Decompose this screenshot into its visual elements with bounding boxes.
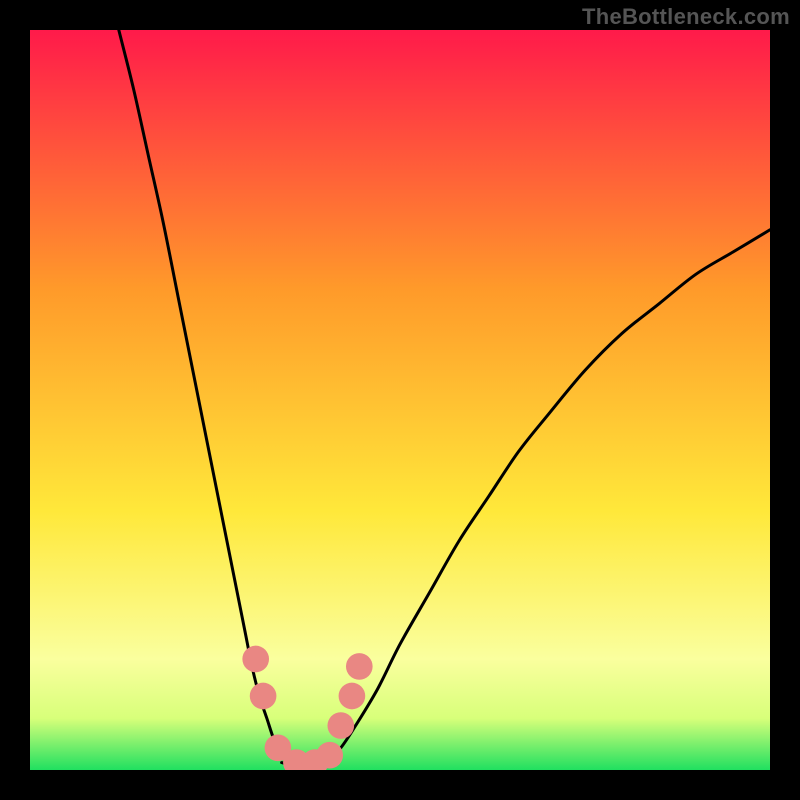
data-marker xyxy=(250,683,277,710)
data-marker xyxy=(242,646,269,673)
chart-container: TheBottleneck.com xyxy=(0,0,800,800)
data-marker xyxy=(339,683,366,710)
plot-area xyxy=(30,30,770,770)
data-marker xyxy=(346,653,373,680)
data-marker xyxy=(327,712,354,739)
watermark-label: TheBottleneck.com xyxy=(582,4,790,30)
data-marker xyxy=(316,742,343,769)
chart-svg xyxy=(30,30,770,770)
gradient-background xyxy=(30,30,770,770)
